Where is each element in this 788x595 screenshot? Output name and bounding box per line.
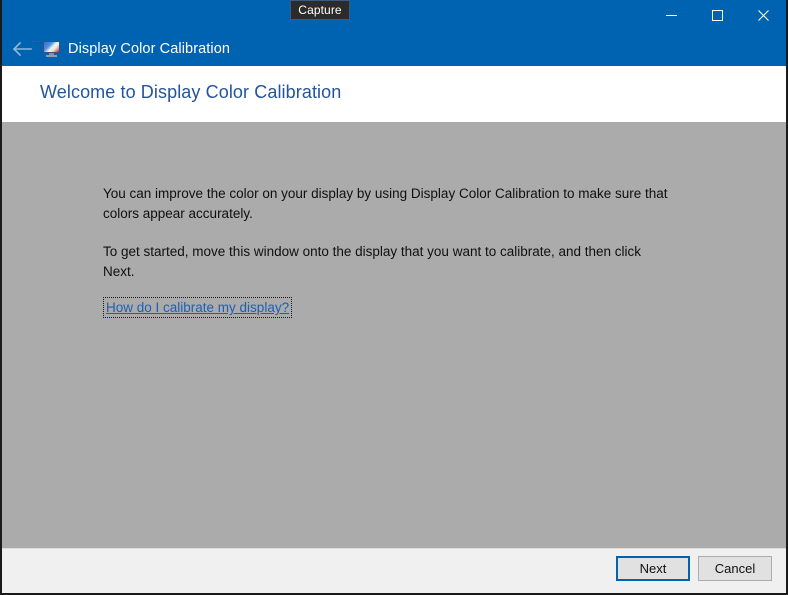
footer-button-group: Next Cancel: [616, 556, 772, 581]
title-nav-row: Display Color Calibration: [2, 32, 786, 66]
page-header-band: Welcome to Display Color Calibration: [2, 66, 786, 122]
cancel-button[interactable]: Cancel: [698, 556, 772, 581]
window-title: Display Color Calibration: [68, 41, 231, 57]
monitor-screen: [43, 41, 60, 53]
minimize-icon: [665, 10, 677, 21]
display-color-calibration-window: Capture Display Color Calibration Welcom…: [0, 0, 788, 595]
content-area: You can improve the color on your displa…: [2, 122, 786, 549]
maximize-icon: [711, 9, 723, 21]
instructions-paragraph: To get started, move this window onto th…: [103, 244, 642, 279]
minimize-button[interactable]: [648, 0, 694, 30]
close-button[interactable]: [740, 0, 786, 30]
back-arrow-icon: [12, 42, 32, 56]
back-button[interactable]: [4, 34, 40, 64]
capture-tooltip: Capture: [290, 0, 350, 20]
window-controls: [648, 0, 786, 30]
help-link-container: How do I calibrate my display?: [103, 297, 293, 318]
intro-paragraph: You can improve the color on your displa…: [103, 186, 668, 221]
display-monitor-icon: [43, 41, 60, 57]
title-bar: Capture Display Color Calibration: [2, 0, 786, 66]
maximize-button[interactable]: [694, 0, 740, 30]
monitor-base: [46, 55, 57, 57]
next-button[interactable]: Next: [616, 556, 690, 581]
page-title: Welcome to Display Color Calibration: [40, 82, 342, 102]
help-link-calibrate-display[interactable]: How do I calibrate my display?: [103, 297, 293, 318]
close-icon: [757, 9, 769, 21]
footer-bar: Next Cancel: [2, 548, 786, 593]
